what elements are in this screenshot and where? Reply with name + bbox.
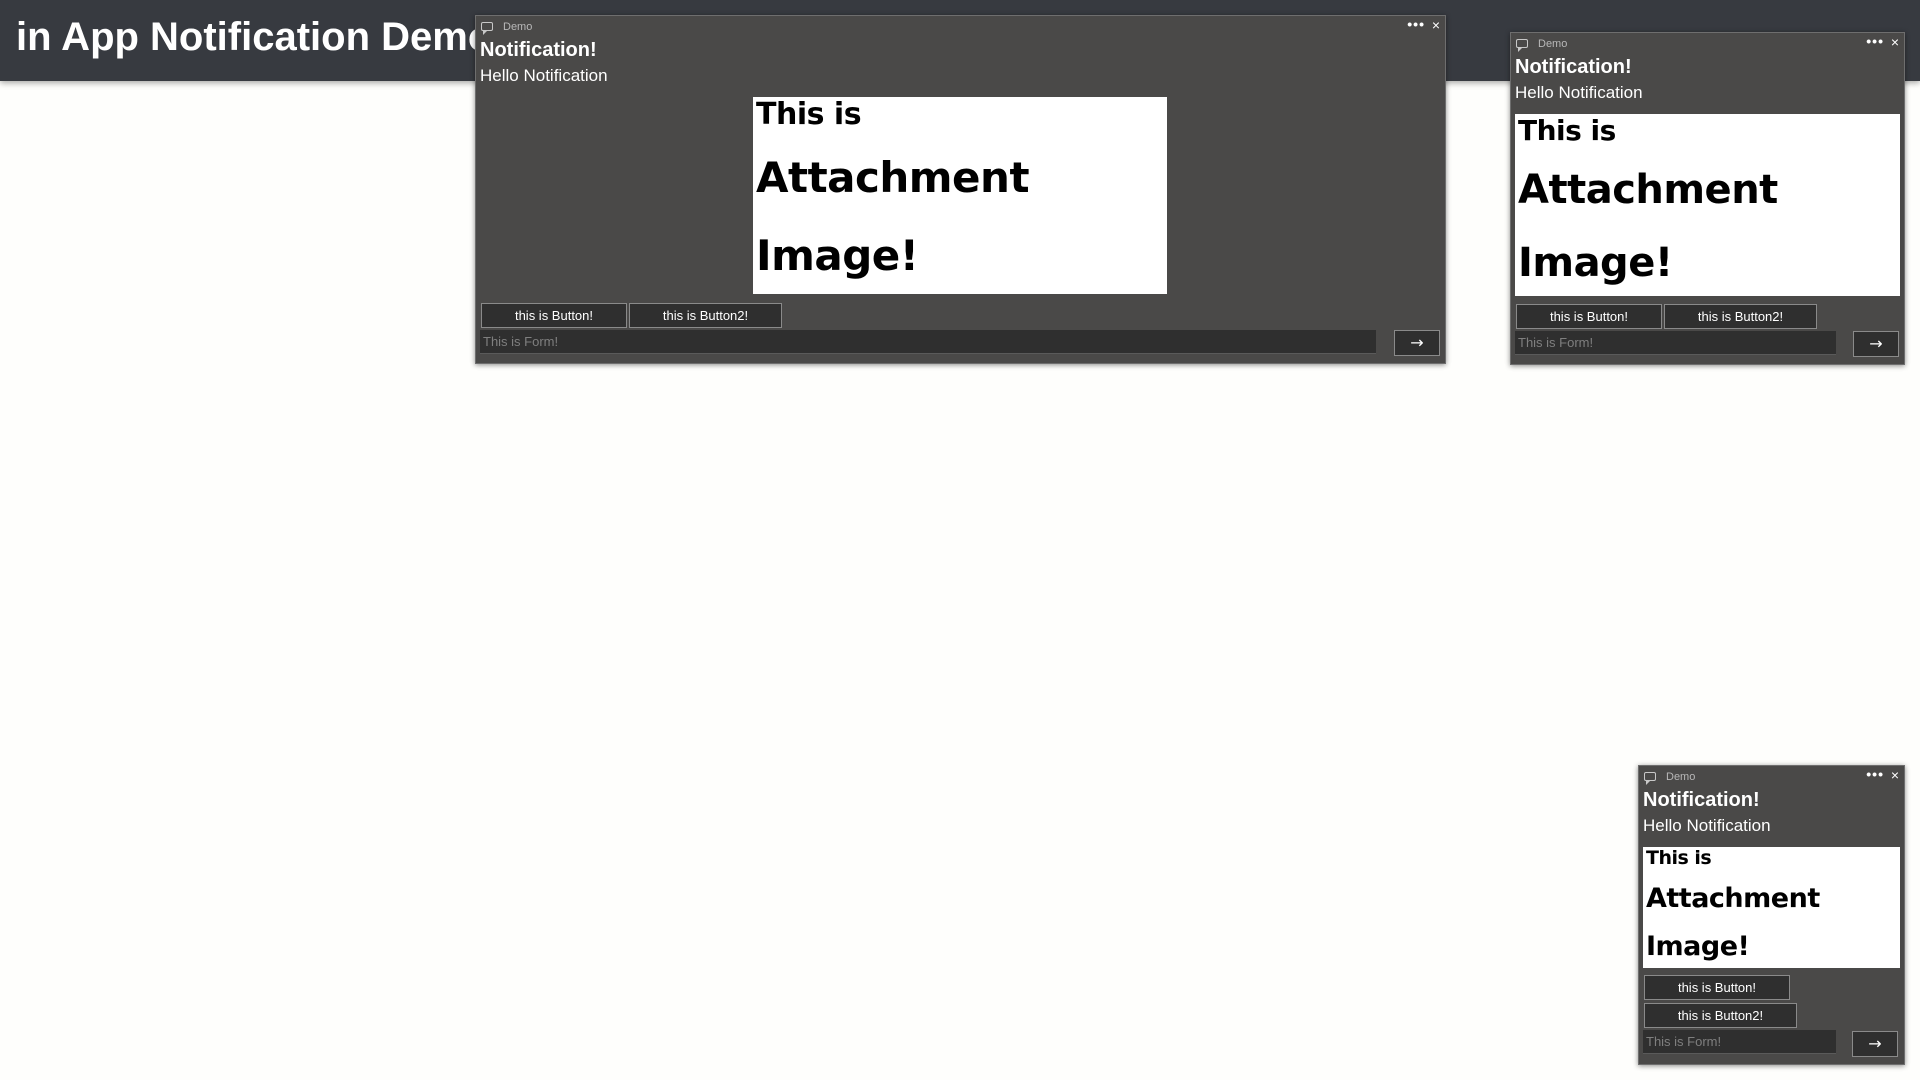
more-dots-icon[interactable]: ••• xyxy=(1866,766,1884,782)
attachment-line-1: This is xyxy=(1646,847,1712,869)
attachment-image: This is Attachment Image! xyxy=(753,97,1167,294)
toast-header: Demo ••• × xyxy=(476,16,1445,36)
attachment-line-3: Image! xyxy=(1646,931,1750,962)
notification-title: Notification! xyxy=(1515,56,1632,78)
chat-bubble-icon xyxy=(1516,39,1528,52)
attachment-line-1: This is xyxy=(1518,114,1616,147)
action-button-1[interactable]: this is Button! xyxy=(1516,304,1662,329)
attachment-line-3: Image! xyxy=(1518,240,1673,286)
attachment-line-1: This is xyxy=(756,97,862,132)
more-dots-icon[interactable]: ••• xyxy=(1866,33,1884,49)
arrow-right-icon: → xyxy=(1869,334,1883,353)
send-button[interactable]: → xyxy=(1852,1031,1898,1057)
close-icon[interactable]: × xyxy=(1891,767,1899,783)
notification-body: Hello Notification xyxy=(1643,816,1771,835)
page-title: in App Notification Demo xyxy=(16,15,493,59)
reply-input[interactable] xyxy=(480,330,1376,354)
toast-header: Demo ••• × xyxy=(1639,766,1904,786)
attachment-line-2: Attachment xyxy=(1518,167,1778,213)
attachment-image: This is Attachment Image! xyxy=(1643,847,1900,968)
notification-toast-medium[interactable]: Demo ••• × Notification! Hello Notificat… xyxy=(1510,32,1905,365)
chat-bubble-icon xyxy=(481,22,493,35)
reply-input[interactable] xyxy=(1643,1030,1836,1054)
close-icon[interactable]: × xyxy=(1891,34,1899,50)
arrow-right-icon: → xyxy=(1410,333,1424,352)
arrow-right-icon: → xyxy=(1868,1034,1882,1053)
action-button-2[interactable]: this is Button2! xyxy=(1644,1003,1797,1028)
notification-toast-wide[interactable]: Demo ••• × Notification! Hello Notificat… xyxy=(475,15,1446,364)
chat-bubble-icon xyxy=(1644,772,1656,785)
app-name: Demo xyxy=(1538,38,1568,50)
notification-body: Hello Notification xyxy=(1515,83,1643,102)
reply-input[interactable] xyxy=(1515,331,1836,355)
notification-title: Notification! xyxy=(480,39,597,61)
action-button-2[interactable]: this is Button2! xyxy=(629,303,782,328)
close-icon[interactable]: × xyxy=(1432,17,1440,33)
send-button[interactable]: → xyxy=(1853,331,1899,357)
action-button-1[interactable]: this is Button! xyxy=(481,303,627,328)
notification-toast-narrow[interactable]: Demo ••• × Notification! Hello Notificat… xyxy=(1638,765,1905,1065)
toast-header: Demo ••• × xyxy=(1511,33,1904,53)
more-dots-icon[interactable]: ••• xyxy=(1407,16,1425,32)
notification-title: Notification! xyxy=(1643,789,1760,811)
action-button-2[interactable]: this is Button2! xyxy=(1664,304,1817,329)
send-button[interactable]: → xyxy=(1394,330,1440,356)
app-name: Demo xyxy=(1666,771,1696,783)
attachment-line-2: Attachment xyxy=(756,153,1030,202)
attachment-line-2: Attachment xyxy=(1646,883,1820,914)
action-button-1[interactable]: this is Button! xyxy=(1644,975,1790,1000)
attachment-line-3: Image! xyxy=(756,231,919,280)
attachment-image: This is Attachment Image! xyxy=(1515,114,1900,296)
app-name: Demo xyxy=(503,21,533,33)
notification-body: Hello Notification xyxy=(480,66,608,85)
